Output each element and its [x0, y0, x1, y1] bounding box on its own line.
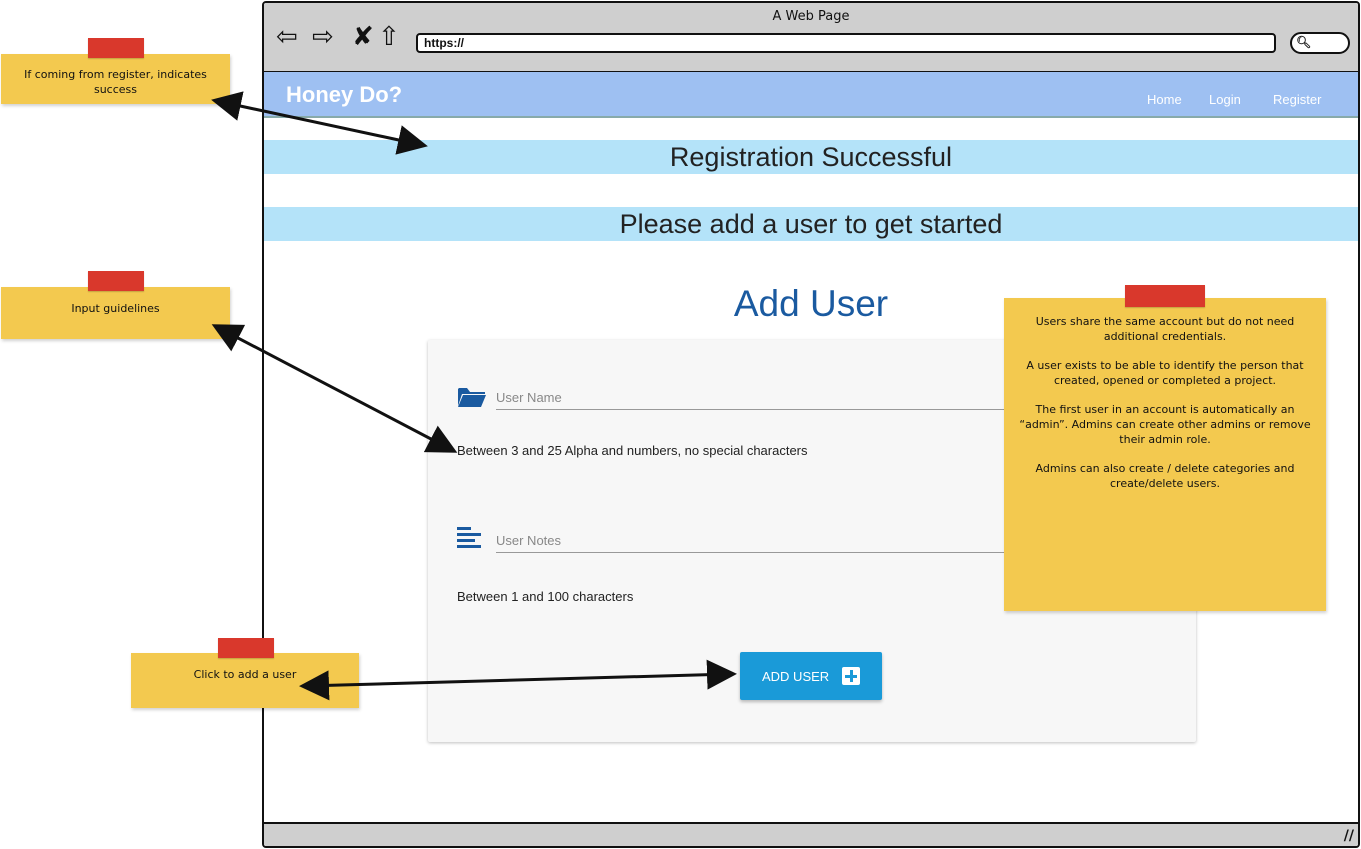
user-notes-input[interactable] — [496, 529, 1016, 553]
add-user-button-label: ADD USER — [762, 668, 830, 684]
sticky-note-users-info: Users share the same account but do not … — [1004, 298, 1326, 611]
browser-status-bar: // — [264, 822, 1358, 846]
sticky-note-add-user-text: Click to add a user — [193, 668, 297, 681]
tape-decoration — [218, 638, 274, 658]
folder-open-icon — [457, 386, 487, 413]
add-user-prompt-banner: Please add a user to get started — [264, 207, 1358, 241]
notes-lines-icon — [457, 526, 483, 555]
sticky-note-guidelines: Input guidelines — [1, 287, 230, 339]
browser-chrome: A Web Page ⇦ ⇨ ✘ ⇧ https:// 🔍︎ — [264, 3, 1358, 73]
sticky-note-guidelines-text: Input guidelines — [71, 302, 160, 315]
search-icon: 🔍︎ — [1296, 35, 1312, 49]
search-box[interactable]: 🔍︎ — [1290, 32, 1350, 54]
user-notes-hint: Between 1 and 100 characters — [457, 589, 634, 604]
tape-decoration — [88, 271, 144, 291]
users-info-paragraph: Admins can also create / delete categori… — [1035, 462, 1295, 490]
back-arrow-icon[interactable]: ⇦ — [276, 22, 298, 52]
sticky-note-register: If coming from register, indicates succe… — [1, 54, 230, 104]
add-user-button[interactable]: ADD USER — [740, 652, 882, 700]
forward-arrow-icon[interactable]: ⇨ — [312, 22, 334, 52]
sticky-note-register-text: If coming from register, indicates succe… — [24, 68, 207, 96]
home-icon[interactable]: ⇧ — [378, 22, 400, 52]
url-bar[interactable]: https:// — [416, 33, 1276, 53]
brand-logo[interactable]: Honey Do? — [286, 82, 402, 108]
app-navbar: Honey Do? Home Login Register — [264, 72, 1358, 118]
sticky-note-add-user: Click to add a user — [131, 653, 359, 708]
user-name-hint: Between 3 and 25 Alpha and numbers, no s… — [457, 443, 808, 458]
user-name-input[interactable] — [496, 386, 1016, 410]
nav-link-login[interactable]: Login — [1209, 92, 1241, 107]
tape-decoration — [1125, 285, 1205, 307]
plus-icon — [842, 667, 860, 685]
nav-link-register[interactable]: Register — [1273, 92, 1321, 107]
nav-link-home[interactable]: Home — [1147, 92, 1182, 107]
users-info-paragraph: A user exists to be able to identify the… — [1026, 359, 1304, 387]
window-title: A Web Page — [772, 9, 850, 24]
resize-grip-icon[interactable]: // — [1344, 828, 1354, 844]
registration-success-banner: Registration Successful — [264, 140, 1358, 174]
tape-decoration — [88, 38, 144, 58]
users-info-paragraph: Users share the same account but do not … — [1035, 315, 1295, 343]
users-info-paragraph: The first user in an account is automati… — [1019, 403, 1311, 446]
close-x-icon[interactable]: ✘ — [352, 22, 374, 52]
